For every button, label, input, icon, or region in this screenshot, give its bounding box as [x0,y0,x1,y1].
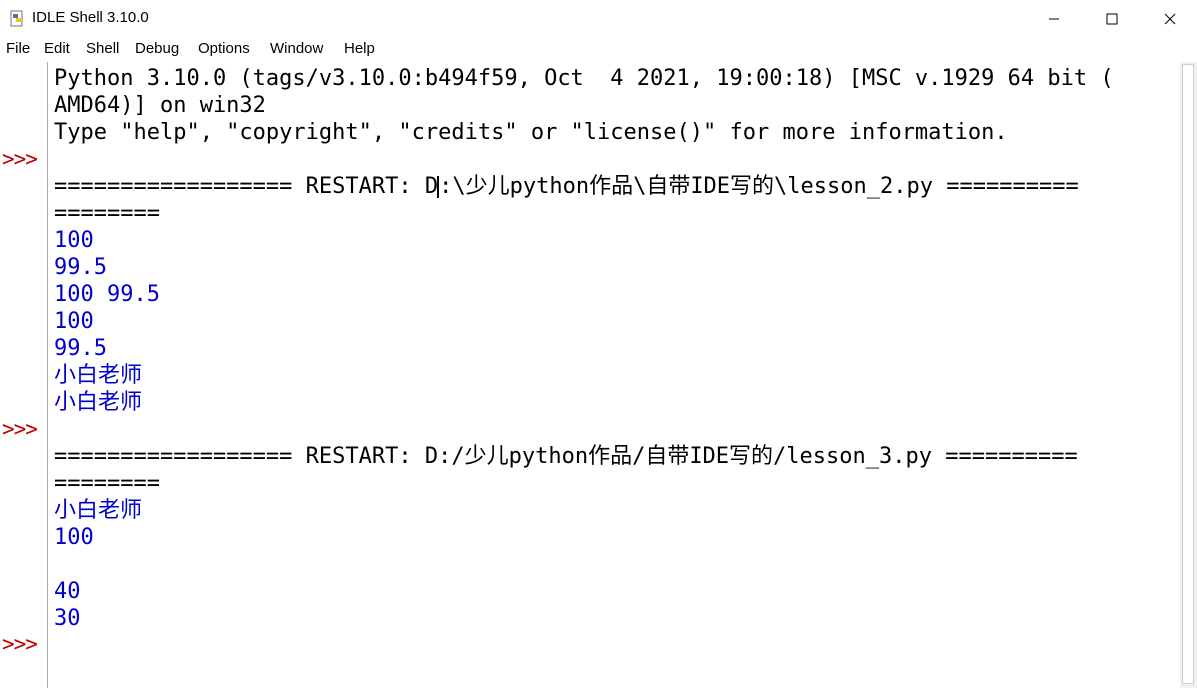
minimize-icon [1049,18,1059,19]
shell-prompt: >>> [2,147,38,171]
window-title: IDLE Shell 3.10.0 [32,9,149,26]
header-line: Type "help", "copyright", "credits" or "… [54,120,1008,145]
restart-line: ======== [54,201,160,226]
output-line: 99.5 [54,336,107,361]
output-line: 100 [54,228,94,253]
restart-line: ================== RESTART: D:\少儿python作… [54,173,1079,200]
title-bar: IDLE Shell 3.10.0 [0,0,1197,37]
output-line: 100 [54,525,94,550]
shell-prompt: >>> [2,632,38,656]
shell-output-area[interactable]: Python 3.10.0 (tags/v3.10.0:b494f59, Oct… [48,62,1176,688]
menu-window[interactable]: Window [270,40,323,57]
menu-options[interactable]: Options [198,40,250,57]
menu-shell[interactable]: Shell [86,40,119,57]
vertical-scrollbar[interactable] [1180,62,1197,688]
output-line: 99.5 [54,255,107,280]
output-line: 100 [54,309,94,334]
menu-debug[interactable]: Debug [135,40,179,57]
menu-help[interactable]: Help [344,40,375,57]
menu-edit[interactable]: Edit [44,40,70,57]
restart-line: ======== [54,471,160,496]
output-line: 小白老师 [54,390,143,415]
restart-line: ================== RESTART: D:/少儿python作… [54,444,1078,469]
output-line: 40 [54,579,81,604]
maximize-button[interactable] [1083,0,1141,37]
output-line: 小白老师 [54,363,143,388]
output-line: 30 [54,606,81,631]
output-line: 小白老师 [54,498,143,523]
close-button[interactable] [1141,0,1197,37]
python-idle-icon [10,10,23,27]
output-line: 100 99.5 [54,282,160,307]
header-line: AMD64)] on win32 [54,93,266,118]
scrollbar-thumb[interactable] [1182,64,1194,684]
minimize-button[interactable] [1025,0,1083,37]
menu-file[interactable]: File [6,40,30,57]
restart-text-with-cursor: ================== RESTART: D:\少儿python作… [54,174,1079,199]
prompt-sidebar: >>> >>> >>> [0,62,48,688]
menu-bar: File Edit Shell Debug Options Window Hel… [0,37,1197,62]
header-line: Python 3.10.0 (tags/v3.10.0:b494f59, Oct… [54,66,1114,91]
shell-prompt: >>> [2,417,38,441]
maximize-icon [1106,13,1118,24]
close-icon [1164,13,1176,24]
